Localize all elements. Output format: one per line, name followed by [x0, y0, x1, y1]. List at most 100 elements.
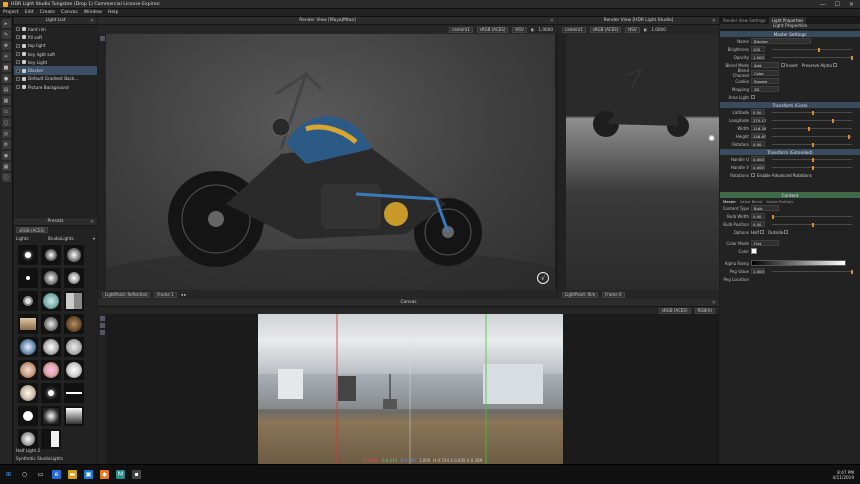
- menu-canvas[interactable]: Canvas: [61, 10, 78, 15]
- preset-thumb[interactable]: [41, 268, 61, 288]
- frame-dropdown[interactable]: Frame 6: [602, 291, 625, 298]
- handle-u-slider[interactable]: [772, 157, 852, 162]
- preset-library[interactable]: StudioLights: [48, 236, 74, 241]
- blocker-tool-icon[interactable]: ■: [1, 63, 11, 72]
- strip-tool-icon[interactable]: ▭: [1, 107, 11, 116]
- panel-close-icon[interactable]: ✕: [712, 300, 716, 306]
- outside-checkbox[interactable]: [784, 230, 789, 234]
- paint-icon[interactable]: [99, 36, 105, 41]
- maximize-button[interactable]: ☐: [835, 1, 840, 8]
- mode-dropdown[interactable]: HSV: [512, 26, 527, 33]
- sun-icon[interactable]: ✺: [708, 134, 715, 143]
- visibility-checkbox[interactable]: [16, 27, 20, 32]
- paint-tool-icon[interactable]: ✎: [1, 30, 11, 39]
- invert-checkbox[interactable]: [781, 63, 785, 67]
- frame-dropdown[interactable]: Frame 1: [154, 291, 177, 298]
- file-explorer-icon[interactable]: ▬: [68, 470, 77, 479]
- bulb-width-field[interactable]: 0.00: [751, 213, 765, 219]
- rotation-slider[interactable]: [772, 142, 852, 147]
- longitude-slider[interactable]: [772, 118, 852, 123]
- playback-icons[interactable]: ◂ ▸: [181, 292, 187, 297]
- search-icon[interactable]: ○: [20, 470, 29, 479]
- preserve-alpha-checkbox[interactable]: [832, 63, 837, 67]
- enable-advanced-rotations-checkbox[interactable]: [751, 173, 755, 177]
- canvas-channel-dropdown[interactable]: RGB(A): [694, 307, 715, 314]
- preset-thumb[interactable]: [18, 406, 38, 426]
- studio-render-viewport[interactable]: ✺: [566, 34, 719, 290]
- brightness-slider[interactable]: [772, 47, 852, 52]
- preset-thumb[interactable]: [64, 268, 84, 288]
- height-field[interactable]: 248.87: [751, 133, 766, 139]
- task-view-icon[interactable]: ▭: [36, 470, 45, 479]
- peg-value-field[interactable]: 1.000: [751, 268, 765, 274]
- hdr-light-studio-taskbar-icon[interactable]: ◆: [100, 470, 109, 479]
- minimize-button[interactable]: —: [820, 1, 826, 8]
- bulb-position-field[interactable]: 0.00: [751, 221, 765, 227]
- mode-dropdown[interactable]: HSV: [625, 26, 640, 33]
- softbox-tool-icon[interactable]: ▢: [1, 118, 11, 127]
- visibility-checkbox[interactable]: [16, 85, 20, 90]
- preset-thumb[interactable]: [41, 291, 61, 311]
- latitude-field[interactable]: 0.50: [751, 109, 765, 115]
- camera-dropdown[interactable]: camera1: [562, 26, 586, 33]
- bulb-tool-icon[interactable]: ●: [1, 74, 11, 83]
- menu-edit[interactable]: Edit: [25, 10, 34, 15]
- menu-project[interactable]: Project: [3, 10, 19, 15]
- store-icon[interactable]: ▣: [84, 470, 93, 479]
- menu-window[interactable]: Window: [84, 10, 102, 15]
- menu-create[interactable]: Create: [40, 10, 55, 15]
- visibility-checkbox[interactable]: [16, 68, 20, 73]
- visibility-checkbox[interactable]: [16, 60, 20, 65]
- preset-thumb[interactable]: [41, 360, 61, 380]
- preset-thumb[interactable]: [64, 383, 84, 403]
- bulb-width-slider[interactable]: [772, 214, 852, 219]
- colorspace-dropdown[interactable]: sRGB (ACES): [589, 26, 622, 33]
- taskbar-clock[interactable]: 8:47 PM 4/11/2019: [833, 470, 860, 480]
- mapping-dropdown[interactable]: 3D: [751, 86, 779, 92]
- handle-v-field[interactable]: 0.000: [751, 164, 765, 170]
- preset-thumb[interactable]: [41, 406, 61, 426]
- handle-v-slider[interactable]: [772, 165, 852, 170]
- longitude-field[interactable]: 270.17: [751, 117, 766, 123]
- preset-thumb[interactable]: [41, 429, 61, 449]
- area-light-checkbox[interactable]: [751, 95, 755, 99]
- preset-colorspace-dropdown[interactable]: sRGB (ACES): [16, 227, 48, 233]
- lightpaint-dropdown[interactable]: LightPaint: Rim: [562, 291, 599, 298]
- visibility-checkbox[interactable]: [16, 52, 20, 57]
- preset-thumb[interactable]: [41, 337, 61, 357]
- light-list-item[interactable]: fill soft: [14, 33, 97, 41]
- chevron-down-icon[interactable]: ▾: [93, 236, 95, 241]
- move-tool-icon[interactable]: ✥: [1, 41, 11, 50]
- preset-thumb[interactable]: [41, 383, 61, 403]
- select-tool-icon[interactable]: ▸: [1, 19, 11, 28]
- light-list-item[interactable]: key light soft: [14, 50, 97, 58]
- preset-thumb[interactable]: [64, 406, 84, 426]
- grid-tool-icon[interactable]: ▦: [1, 162, 11, 171]
- light-list-item[interactable]: hard rim: [14, 25, 97, 33]
- content-type-dropdown[interactable]: Bulb: [751, 205, 779, 211]
- preset-thumb[interactable]: [18, 337, 38, 357]
- rotation-field[interactable]: 0.00: [751, 141, 765, 147]
- light-tool-icon[interactable]: ☀: [1, 52, 11, 61]
- alpha-ramp-gradient[interactable]: [751, 260, 846, 266]
- width-slider[interactable]: [772, 126, 852, 131]
- preset-thumb[interactable]: [64, 314, 84, 334]
- preset-thumb[interactable]: [18, 268, 38, 288]
- bulb-position-slider[interactable]: [772, 222, 852, 227]
- render-viewport[interactable]: √: [106, 34, 555, 290]
- camera-tool-icon[interactable]: ◉: [1, 151, 11, 160]
- ring-tool-icon[interactable]: ◎: [1, 129, 11, 138]
- zoom-value[interactable]: 1.0000: [651, 27, 666, 32]
- preset-thumb[interactable]: [64, 245, 84, 265]
- visibility-checkbox[interactable]: [16, 43, 20, 48]
- info-tool-icon[interactable]: ⓘ: [1, 173, 11, 182]
- hdr-canvas-image[interactable]: [258, 314, 563, 464]
- gradient-tool-icon[interactable]: ▤: [1, 85, 11, 94]
- preset-thumb[interactable]: [18, 360, 38, 380]
- panel-close-icon[interactable]: ✕: [712, 18, 716, 24]
- preset-thumb[interactable]: [18, 314, 38, 334]
- light-list-item[interactable]: key Light: [14, 58, 97, 66]
- lightpaint-dropdown[interactable]: LightPaint: Reflection: [102, 291, 151, 298]
- menu-help[interactable]: Help: [108, 10, 118, 15]
- panel-close-icon[interactable]: ✕: [90, 219, 94, 225]
